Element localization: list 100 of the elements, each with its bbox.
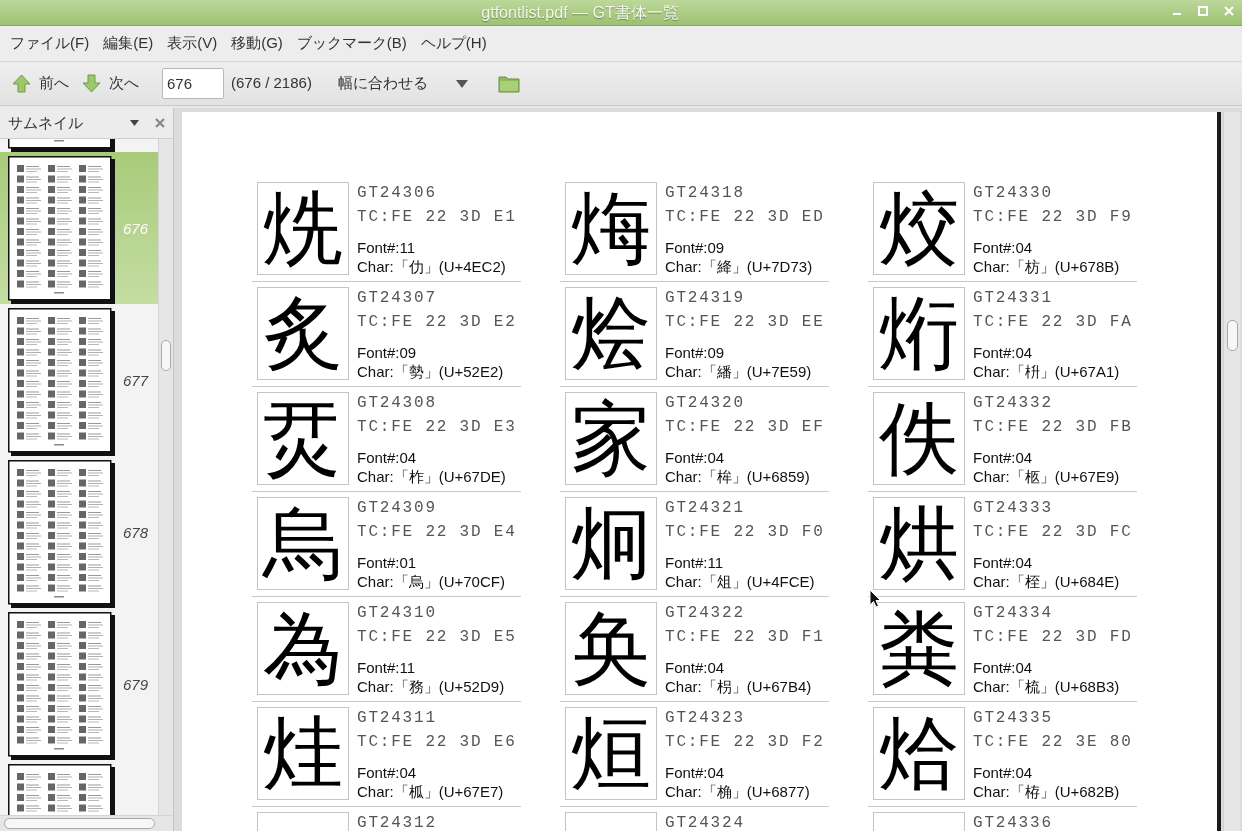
char-mapping: Char:「柩」(U+67E9): [973, 467, 1121, 486]
page-number-label: 677: [123, 371, 149, 391]
caret-icon[interactable]: [130, 120, 139, 126]
tc-code: TC:FE 22 3D FB: [973, 417, 1133, 438]
glyph-code: GT24333: [973, 498, 1054, 519]
glyph-code: GT24321: [665, 498, 746, 519]
down-arrow-icon: [82, 74, 101, 93]
font-number: Font#:04: [665, 448, 726, 467]
font-number: Font#:04: [665, 763, 726, 782]
char-mapping: Char:「枋」(U+678B): [973, 257, 1121, 276]
page-number-field[interactable]: 676: [162, 68, 224, 99]
font-number: Font#:04: [973, 343, 1034, 362]
caret-icon: [455, 79, 468, 88]
folder-icon[interactable]: [497, 74, 520, 93]
font-number: Font#:11: [357, 658, 417, 677]
glyph-code: GT24336: [973, 813, 1053, 831]
tc-code: TC:FE 22 3D EE: [665, 312, 825, 333]
maximize-icon[interactable]: [1198, 6, 1208, 16]
char-mapping: Char:「梳」(U+68B3): [973, 677, 1121, 696]
menu-item[interactable]: 移動(G): [225, 29, 289, 58]
menu-item[interactable]: ブックマーク(B): [290, 29, 413, 58]
page-number-label: 678: [123, 523, 149, 543]
menu-item[interactable]: 表示(V): [161, 29, 224, 58]
char-mapping: Char:「俎」(U+4FCE): [665, 572, 816, 591]
tc-code: TC:FE 22 3D E1: [357, 207, 517, 228]
tc-code: TC:FE 22 3D FA: [973, 312, 1133, 333]
char-mapping: Char:「柞」(U+67DE): [357, 467, 507, 486]
up-arrow-icon: [12, 74, 31, 93]
tc-code: TC:FE 22 3D F9: [973, 207, 1133, 228]
char-mapping: Char:「桎」(U+684E): [973, 572, 1121, 591]
window-title: gtfontlist.pdf — GT書体一覧: [481, 2, 679, 23]
glyph-code: GT24309: [357, 498, 438, 519]
font-number: Font#:09: [665, 238, 726, 257]
font-number: Font#:04: [665, 658, 726, 677]
char-mapping: Char:「枡」(U+67A1): [973, 362, 1121, 381]
thumbnail-item[interactable]: 677: [0, 304, 158, 456]
font-number: Font#:04: [973, 763, 1034, 782]
scrollbar-thumb[interactable]: [1226, 320, 1238, 351]
glyph-code: GT24323: [665, 708, 746, 729]
font-number: Font#:04: [973, 553, 1034, 572]
char-mapping: Char:「務」(U+52D9): [357, 677, 506, 696]
glyph-sample: 烚: [873, 707, 965, 800]
glyph-code: GT24312: [357, 813, 437, 831]
glyph-code: GT24307: [357, 288, 438, 309]
tc-code: TC:FE 22 3D F1: [665, 627, 825, 648]
glyph-code: GT24318: [665, 183, 746, 204]
glyph-code: GT24306: [357, 183, 438, 204]
glyph-code: GT24331: [973, 288, 1054, 309]
tc-code: TC:FE 22 3D FC: [973, 522, 1133, 543]
glyph-sample: 烘: [873, 497, 965, 590]
vertical-scrollbar[interactable]: [158, 139, 173, 815]
menu-item[interactable]: ファイル(F): [4, 29, 96, 58]
glyph-sample: 烎: [257, 392, 349, 485]
close-icon[interactable]: [155, 118, 165, 128]
glyph-sample: 家: [565, 392, 657, 485]
glyph-code: GT24310: [357, 603, 438, 624]
glyph-sample: 烓: [257, 707, 349, 800]
glyph-code: GT24334: [973, 603, 1054, 624]
char-mapping: Char:「栫」(U+682B): [973, 782, 1121, 801]
tc-code: TC:FE 22 3D E2: [357, 312, 517, 333]
glyph-code: GT24332: [973, 393, 1054, 414]
scrollbar-thumb[interactable]: [161, 340, 171, 371]
glyph-code: GT24335: [973, 708, 1054, 729]
font-number: Font#:09: [357, 343, 418, 362]
tc-code: TC:FE 22 3D E5: [357, 627, 517, 648]
menu-item[interactable]: ヘルプ(H): [414, 29, 493, 58]
tc-code: TC:FE 22 3D E4: [357, 522, 517, 543]
glyph-code: GT24324: [665, 813, 745, 831]
thumbnail-item[interactable]: 678: [0, 456, 158, 608]
tc-code: TC:FE 22 3D FD: [973, 627, 1133, 648]
vertical-scrollbar[interactable]: [1223, 112, 1240, 831]
font-number: Font#:04: [973, 658, 1034, 677]
next-page-button[interactable]: 次へ: [82, 68, 143, 99]
zoom-mode-dropdown[interactable]: 幅に合わせる: [337, 68, 468, 99]
glyph-sample: 烄: [873, 182, 965, 275]
glyph-code: GT24308: [357, 393, 438, 414]
glyph-sample: 炙: [257, 287, 349, 380]
thumbnail-item[interactable]: 679: [0, 608, 158, 760]
page-count: (676 / 2186): [231, 73, 312, 94]
tc-code: TC:FE 22 3D F0: [665, 522, 825, 543]
char-mapping: Char:「桷」(U+6877): [665, 782, 811, 801]
page-number-label: 679: [123, 675, 149, 695]
glyph-sample: 烆: [873, 287, 965, 380]
glyph-sample: 烸: [565, 182, 657, 275]
horizontal-scrollbar[interactable]: [0, 815, 173, 831]
menu-item[interactable]: 編集(E): [97, 29, 160, 58]
glyph-sample: 烏: [257, 497, 349, 590]
font-number: Font#:01: [357, 553, 418, 572]
char-mapping: Char:「烏」(U+70CF): [357, 572, 506, 591]
tc-code: TC:FE 22 3D E6: [357, 732, 517, 753]
scrollbar-thumb[interactable]: [4, 818, 155, 829]
font-number: Font#:11: [665, 553, 725, 572]
sidebar-title: サムネイル: [8, 112, 84, 133]
tc-code: TC:FE 22 3D E3: [357, 417, 517, 438]
char-mapping: Char:「枴」(U+67B4): [665, 677, 813, 696]
char-mapping: Char:「仂」(U+4EC2): [357, 257, 507, 276]
font-number: Font#:04: [973, 448, 1034, 467]
char-mapping: Char:「桙」(U+6859): [665, 467, 811, 486]
font-number: Font#:09: [665, 343, 726, 362]
previous-page-button[interactable]: 前へ: [12, 68, 73, 99]
